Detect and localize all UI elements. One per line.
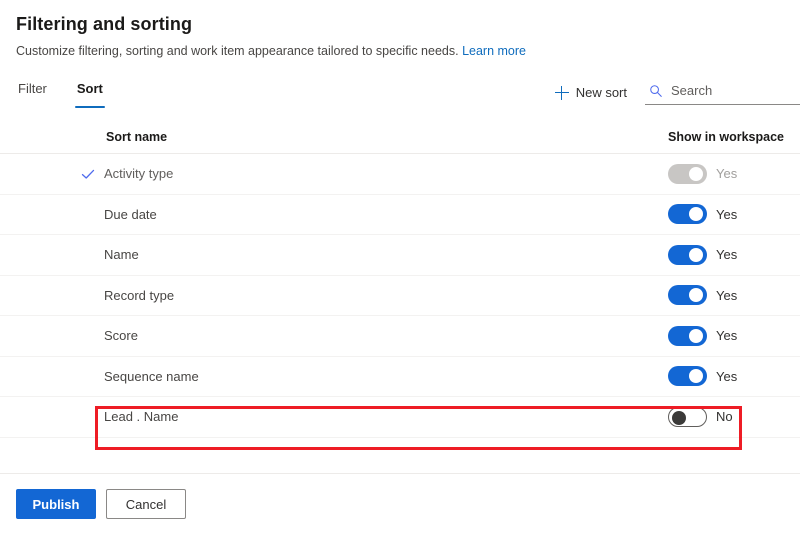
sort-name-label: Activity type — [104, 166, 174, 182]
page-title: Filtering and sorting — [16, 14, 193, 34]
sort-name-label: Score — [104, 328, 138, 344]
show-in-workspace-toggle[interactable] — [668, 325, 707, 346]
cell-sort-name: Due date — [0, 207, 668, 222]
toggle-knob — [689, 288, 703, 303]
table-header-row: Sort name Show in workspace — [0, 120, 800, 154]
cell-show-in-workspace: Yes — [668, 366, 800, 387]
table-row: Name Yes — [0, 235, 800, 276]
panel-header: Filtering and sorting Customize filterin… — [0, 0, 800, 60]
toolbar-actions: New sort — [551, 80, 800, 105]
table-row: Score Yes — [0, 316, 800, 357]
cell-sort-name: Name — [0, 247, 668, 262]
cell-sort-name: Sequence name — [0, 369, 668, 384]
toggle-knob — [672, 410, 686, 425]
new-sort-label: New sort — [575, 85, 627, 100]
page-subtitle-text: Customize filtering, sorting and work it… — [16, 44, 459, 58]
table-row: Record type Yes — [0, 276, 800, 316]
footer-action-bar: Publish Cancel — [0, 473, 800, 534]
checkmark-icon — [80, 166, 96, 182]
tab-list: Filter Sort — [16, 78, 105, 108]
table-row: Activity type Yes — [0, 154, 800, 195]
cell-sort-name: Lead . Name — [0, 409, 668, 424]
cell-show-in-workspace: No — [668, 406, 800, 427]
sort-name-label: Due date — [104, 206, 157, 222]
sort-name-label: Record type — [104, 287, 175, 303]
learn-more-link[interactable]: Learn more — [462, 44, 526, 58]
table-body: Activity type Yes Due date Yes Name Yes Record… — [0, 154, 800, 438]
toggle-knob — [689, 247, 703, 262]
publish-button[interactable]: Publish — [16, 489, 96, 519]
new-sort-button[interactable]: New sort — [551, 81, 631, 104]
filtering-sorting-panel: Filtering and sorting Customize filterin… — [0, 0, 800, 534]
toggle-state-label: Yes — [716, 247, 738, 263]
toggle-state-label: Yes — [716, 328, 738, 344]
show-in-workspace-toggle[interactable] — [668, 204, 707, 225]
toggle-state-label: Yes — [716, 368, 738, 384]
cell-show-in-workspace: Yes — [668, 325, 800, 346]
cancel-button[interactable]: Cancel — [106, 489, 186, 519]
table-row: Sequence name Yes — [0, 357, 800, 397]
search-icon — [649, 84, 663, 98]
page-subtitle: Customize filtering, sorting and work it… — [16, 42, 800, 60]
toggle-knob — [689, 166, 703, 181]
show-in-workspace-toggle — [668, 163, 707, 184]
cell-show-in-workspace: Yes — [668, 244, 800, 265]
sort-name-label: Sequence name — [104, 368, 199, 384]
toggle-state-label: No — [716, 409, 733, 425]
plus-icon — [554, 85, 569, 100]
column-header-sort-name: Sort name — [106, 129, 168, 144]
cell-sort-name: Record type — [0, 288, 668, 303]
show-in-workspace-toggle[interactable] — [668, 366, 707, 387]
tab-filter[interactable]: Filter — [16, 78, 49, 108]
search-input[interactable] — [671, 83, 800, 98]
cell-show-in-workspace: Yes — [668, 204, 800, 225]
show-in-workspace-toggle[interactable] — [668, 285, 707, 306]
toggle-knob — [689, 207, 703, 222]
cell-sort-name: Activity type — [0, 166, 668, 182]
toggle-knob — [689, 328, 703, 343]
search-box[interactable] — [645, 80, 800, 105]
toggle-state-label: Yes — [716, 287, 738, 303]
cell-show-in-workspace: Yes — [668, 163, 800, 184]
cell-show-in-workspace: Yes — [668, 285, 800, 306]
tab-sort[interactable]: Sort — [74, 78, 105, 108]
cell-sort-name: Score — [0, 328, 668, 343]
toggle-knob — [689, 369, 703, 384]
sort-name-label: Name — [104, 247, 139, 263]
toolbar: Filter Sort New sort — [0, 78, 800, 116]
show-in-workspace-toggle[interactable] — [668, 244, 707, 265]
table-row: Due date Yes — [0, 195, 800, 235]
table-row: Lead . Name No — [0, 397, 800, 438]
sort-name-label: Lead . Name — [104, 409, 179, 425]
sort-table: Sort name Show in workspace Activity typ… — [0, 120, 800, 438]
toggle-state-label: Yes — [716, 206, 738, 222]
toggle-state-label: Yes — [716, 166, 738, 182]
show-in-workspace-toggle[interactable] — [668, 406, 707, 427]
column-header-show-in-workspace: Show in workspace — [668, 129, 785, 144]
